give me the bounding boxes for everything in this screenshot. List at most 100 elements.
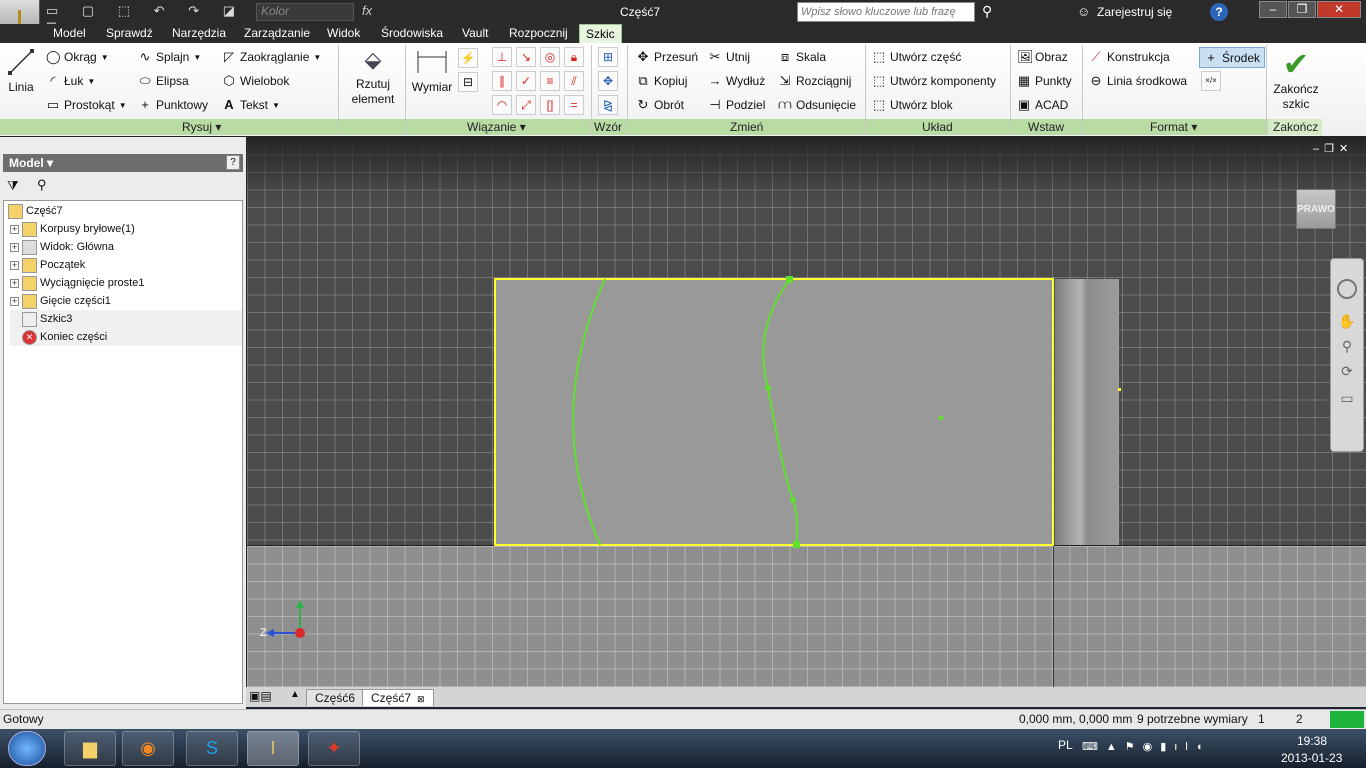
spline-endpoint-bottom[interactable]	[793, 541, 800, 548]
spline-fit-point[interactable]	[790, 497, 796, 503]
color-dropdown[interactable]: Kolor	[256, 3, 354, 21]
taskbar-language[interactable]: PL	[1058, 738, 1073, 752]
rectangular-pattern-icon[interactable]: ⊞	[598, 47, 618, 67]
menu-view[interactable]: Widok	[327, 26, 360, 40]
parallel-constraint-icon[interactable]: ∥	[492, 71, 512, 91]
driven-dimension-icon[interactable]: ×/×	[1201, 71, 1221, 91]
maximize-button[interactable]: ❐	[1288, 1, 1316, 18]
circular-pattern-icon[interactable]: ✥	[598, 71, 618, 91]
viewcube[interactable]: PRAWO	[1296, 189, 1336, 229]
pan-icon[interactable]: ✋	[1337, 313, 1357, 330]
tangent-constraint-icon[interactable]: ✓	[516, 71, 536, 91]
centerline-button[interactable]: ⊖ Linia środkowa	[1089, 74, 1188, 89]
group-format-label[interactable]: Format ▾	[1150, 120, 1197, 134]
construction-button[interactable]: ⟋ Konstrukcja	[1089, 50, 1169, 65]
offset-button[interactable]: ⩋ Odsunięcie	[778, 98, 856, 113]
rotate-button[interactable]: ↻ Obrót	[636, 98, 684, 113]
tree-sketch[interactable]: Szkic3	[10, 310, 242, 328]
coincident-constraint-icon[interactable]: ↘	[516, 47, 536, 67]
tree-end-of-part[interactable]: ✕ Koniec części	[10, 328, 242, 346]
ellipse-button[interactable]: ⬭ Elipsa	[138, 74, 188, 89]
circle-button[interactable]: ◯ Okrąg ▼	[46, 50, 109, 65]
tab-czesc7[interactable]: Część7 ⊠	[362, 689, 434, 706]
signin-link[interactable]: Zarejestruj się	[1097, 5, 1172, 19]
points-button[interactable]: ▦ Punkty	[1017, 74, 1072, 89]
minimize-button[interactable]: ‒	[1259, 1, 1287, 18]
extend-button[interactable]: → Wydłuż	[708, 74, 766, 89]
tab-layout-icon[interactable]: ▣▤	[249, 689, 289, 706]
taskbar-firefox[interactable]: ◉	[122, 731, 174, 766]
image-button[interactable]: 🖼︎ Obraz	[1017, 50, 1068, 65]
spline-button[interactable]: ∿ Splajn ▼	[138, 50, 202, 65]
rectangle-button[interactable]: ▭ Prostokąt ▼	[46, 98, 127, 113]
copy-button[interactable]: ⧉ Kopiuj	[636, 74, 687, 89]
fix-constraint-icon[interactable]: 🔒︎	[564, 47, 584, 67]
make-part-button[interactable]: ⬚ Utwórz część	[872, 50, 962, 65]
polygon-button[interactable]: ⬡ Wielobok	[222, 74, 289, 89]
show-constraints-icon[interactable]: ⊟	[458, 72, 478, 92]
sketch-point-yellow[interactable]	[1118, 388, 1121, 391]
browser-title[interactable]: Model ▾	[3, 154, 243, 172]
menu-check[interactable]: Sprawdź	[106, 26, 153, 40]
smooth-constraint-icon[interactable]: ◠	[492, 95, 512, 115]
finish-sketch-button[interactable]: ✔ Zakończ szkic	[1270, 46, 1322, 116]
collinear-constraint-icon[interactable]: ≡	[540, 71, 560, 91]
menu-manage[interactable]: Zarządzanie	[244, 26, 310, 40]
text-button[interactable]: A Tekst ▼	[222, 98, 280, 113]
point-button[interactable]: + Punktowy	[138, 98, 208, 113]
menu-model[interactable]: Model	[53, 26, 86, 40]
sketch-point[interactable]	[939, 416, 943, 420]
tree-root-part[interactable]: Część7	[8, 202, 240, 220]
tab-close-icon[interactable]: ⊠	[417, 694, 425, 704]
spline-endpoint-top[interactable]	[786, 276, 793, 283]
search-input[interactable]: Wpisz słowo kluczowe lub frazę	[797, 2, 975, 22]
split-button[interactable]: ⊣ Podziel	[708, 98, 765, 113]
menu-vault[interactable]: Vault	[462, 26, 488, 40]
perpendicular-constraint-icon[interactable]: ⊥	[492, 47, 512, 67]
sketch-arc[interactable]	[572, 278, 606, 546]
tree-view[interactable]: + Widok: Główna	[10, 238, 242, 256]
tree-origin[interactable]: + Początek	[10, 256, 242, 274]
steering-wheel-icon[interactable]	[1337, 279, 1357, 299]
scale-button[interactable]: ⧈ Skala	[778, 50, 826, 65]
project-geometry-button[interactable]: ⬙ Rzutuj element	[344, 47, 402, 115]
tree-extrusion[interactable]: + Wyciągnięcie proste1	[10, 274, 242, 292]
taskbar-acrobat[interactable]: ✦	[308, 731, 360, 766]
arc-button[interactable]: ◜ Łuk ▼	[46, 74, 95, 89]
make-components-button[interactable]: ⬚ Utwórz komponenty	[872, 74, 996, 89]
taskbar-inventor[interactable]: I	[247, 731, 299, 766]
tab-czesc6[interactable]: Część6	[306, 689, 365, 706]
binoculars-icon[interactable]: ⚲	[982, 3, 992, 20]
navigation-bar[interactable]: ✋ ⚲ ⟳ ▭	[1330, 258, 1364, 452]
tree-bend[interactable]: + Gięcie części1	[10, 292, 242, 310]
tray-icons[interactable]: ⌨▲⚑◉▮ıl◖	[1082, 740, 1210, 753]
group-constrain-label[interactable]: Wiązanie ▾	[467, 120, 526, 134]
equal-constraint-icon[interactable]: =	[564, 95, 584, 115]
menu-getstarted[interactable]: Rozpocznij	[509, 26, 568, 40]
horizontal-constraint-icon[interactable]: ⤢	[516, 95, 536, 115]
start-button[interactable]	[8, 731, 46, 766]
fx-icon[interactable]: fx	[362, 3, 372, 18]
quick-access-toolbar[interactable]: ▭ ▢ ⬚ ↶ ↷ ◪ ⊞	[46, 3, 246, 34]
menu-tools[interactable]: Narzędzia	[172, 26, 226, 40]
move-button[interactable]: ✥ Przesuń	[636, 50, 698, 65]
stretch-button[interactable]: ⇲ Rozciągnij	[778, 74, 852, 89]
look-at-icon[interactable]: ▭	[1337, 390, 1357, 407]
dimension-button[interactable]: Wymiar	[410, 47, 454, 107]
sketch-spline[interactable]	[762, 278, 799, 546]
tree-solid-bodies[interactable]: + Korpusy bryłowe(1)	[10, 220, 242, 238]
acad-button[interactable]: ▣ ACAD	[1017, 98, 1069, 113]
browser-help-icon[interactable]: ?	[226, 155, 240, 170]
mirror-icon[interactable]: ⧎	[598, 95, 618, 115]
taskbar-time[interactable]: 19:38	[1297, 734, 1327, 748]
center-point-button[interactable]: + Środek	[1199, 47, 1266, 68]
sketch-geometry[interactable]	[494, 276, 1126, 550]
close-button[interactable]: ✕	[1317, 1, 1361, 18]
tab-scroll-up-icon[interactable]: ▲	[290, 689, 304, 706]
viewport-window-controls[interactable]: ‒❐✕	[1313, 142, 1353, 155]
taskbar-skype[interactable]: S	[186, 731, 238, 766]
menu-sketch[interactable]: Szkic	[579, 24, 622, 43]
sketch-rectangle[interactable]	[494, 278, 1054, 546]
menu-environments[interactable]: Środowiska	[381, 26, 443, 40]
find-icon[interactable]: ⚲	[37, 177, 47, 193]
